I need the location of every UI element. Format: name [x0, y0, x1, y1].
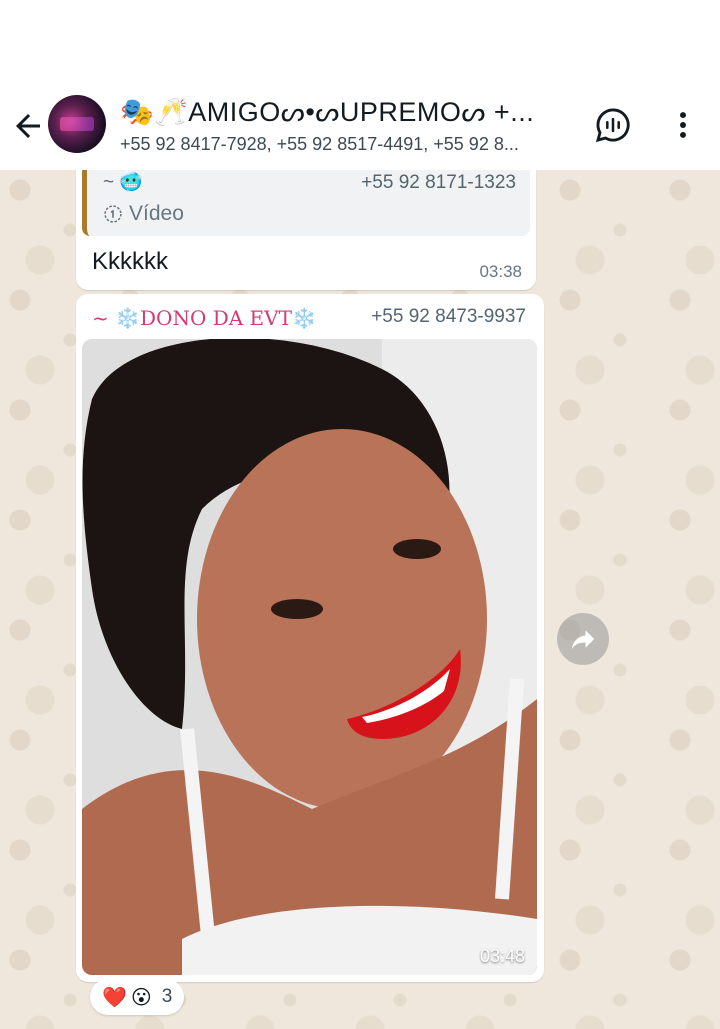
voice-chat-icon [595, 108, 630, 143]
reaction-heart: ❤️ [102, 985, 127, 1009]
image-message-bubble[interactable]: ~ ❄️DONO DA EVT❄️ +55 92 8473-9937 03:48 [76, 294, 544, 982]
sender-phone: +55 92 8473-9937 [371, 306, 526, 327]
quoted-type-label: Vídeo [129, 202, 184, 225]
forward-icon [571, 630, 595, 649]
forward-button[interactable] [557, 613, 609, 665]
more-vertical-icon [680, 112, 686, 138]
message-bubble[interactable]: ~ 🥶 +55 92 8171-1323 Vídeo Kkkkkk 03:38 [76, 170, 536, 290]
back-button[interactable] [10, 108, 46, 144]
message-text: Kkkkkk [92, 248, 169, 275]
arrow-left-icon [16, 114, 40, 138]
photo-attachment[interactable]: 03:48 [82, 339, 537, 975]
sender-name[interactable]: ~ ❄️DONO DA EVT❄️ [92, 306, 317, 330]
photo-time: 03:48 [479, 946, 525, 966]
chat-area[interactable]: ~ 🥶 +55 92 8171-1323 Vídeo Kkkkkk 03:38 … [0, 170, 720, 1029]
group-info[interactable]: 🎭🥂AMIGOᔕ•ᔕUPREMOᔕ +... +55 92 8417-7928,… [120, 95, 580, 155]
message-reactions[interactable]: ❤️ 😮 3 [90, 979, 185, 1015]
quoted-message[interactable]: ~ 🥶 +55 92 8171-1323 Vídeo [82, 170, 530, 236]
reaction-surprised: 😮 [130, 985, 152, 1009]
voice-chat-button[interactable] [594, 106, 632, 144]
reaction-count: 3 [161, 986, 173, 1007]
chat-header: 🎭🥂AMIGOᔕ•ᔕUPREMOᔕ +... +55 92 8417-7928,… [0, 88, 720, 170]
more-options-button[interactable] [666, 106, 700, 144]
group-avatar[interactable] [48, 95, 106, 153]
quoted-phone: +55 92 8171-1323 [361, 172, 516, 193]
group-title: 🎭🥂AMIGOᔕ•ᔕUPREMOᔕ +... [120, 97, 535, 127]
photo-image [82, 339, 537, 975]
quoted-sender: ~ 🥶 [103, 172, 144, 193]
status-bar [0, 0, 720, 88]
group-members: +55 92 8417-7928, +55 92 8517-4491, +55 … [120, 134, 519, 154]
message-time: 03:38 [479, 262, 522, 281]
view-once-icon [104, 205, 122, 223]
quoted-type: Vídeo [103, 202, 184, 226]
